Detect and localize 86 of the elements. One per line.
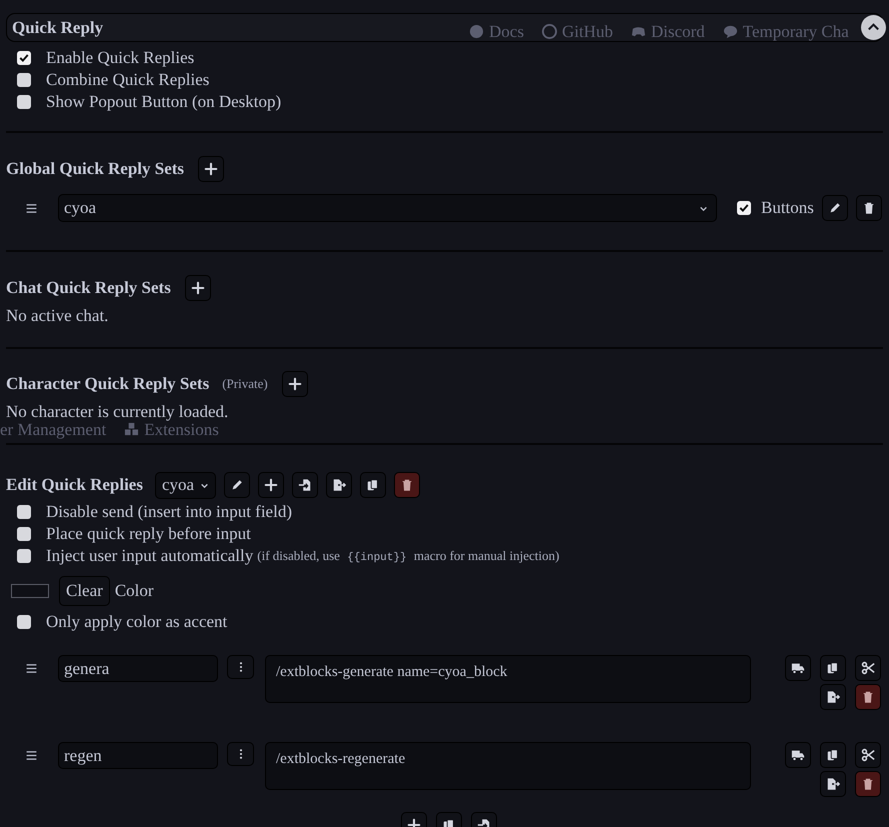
rename-button[interactable] (224, 472, 250, 498)
copy-icon (826, 748, 840, 762)
scissors-icon (861, 661, 875, 675)
export-button[interactable] (326, 472, 352, 498)
pencil-icon (828, 201, 842, 215)
color-label: Color (114, 580, 154, 602)
trash-icon (861, 690, 875, 704)
clear-button[interactable]: Clear (59, 576, 110, 606)
checkbox-label: Enable Quick Replies (46, 47, 194, 70)
circle-icon (542, 24, 557, 40)
checkbox-label: Place quick reply before input (46, 523, 251, 546)
cut-button[interactable] (855, 655, 881, 681)
file-export-icon (332, 478, 346, 492)
checkbox-label: Combine Quick Replies (46, 69, 210, 92)
file-export-icon (826, 777, 840, 791)
checkbox[interactable] (17, 505, 31, 519)
command-field[interactable]: /extblocks-generate name=cyoa_block (265, 655, 751, 703)
copy-icon (826, 661, 840, 675)
duplicate-button[interactable] (360, 472, 386, 498)
trash-icon (862, 201, 876, 215)
section-title: Character Quick Reply Sets (6, 372, 210, 395)
checkbox[interactable] (17, 549, 31, 563)
add-button[interactable] (198, 156, 224, 182)
edit-button[interactable] (822, 195, 848, 221)
plus-icon (190, 281, 205, 295)
import-button[interactable] (292, 472, 318, 498)
checkbox[interactable] (17, 73, 31, 87)
file-export-icon (826, 690, 840, 704)
move-button[interactable] (785, 655, 811, 681)
add-button[interactable] (282, 370, 308, 396)
speech-bubble-icon (722, 24, 738, 40)
plus-icon (204, 162, 218, 176)
move-button[interactable] (785, 742, 811, 768)
cubes-icon (124, 422, 140, 437)
copy-button[interactable] (820, 742, 846, 768)
plus-icon (288, 376, 302, 390)
delete-button[interactable] (855, 771, 881, 797)
checkbox-label: Disable send (insert into input field) (46, 501, 292, 524)
nav-link: Temporary Cha (742, 21, 849, 43)
checkbox[interactable] (17, 51, 31, 65)
pencil-icon (230, 478, 244, 492)
nav-link: GitHub (562, 21, 613, 43)
section-title: Chat Quick Reply Sets (6, 277, 171, 300)
command-field[interactable]: /extblocks-regenerate (265, 742, 751, 790)
checkbox[interactable] (17, 615, 31, 629)
set-select[interactable]: cyoa (58, 194, 717, 222)
drag-handle-icon (25, 749, 38, 762)
section-title: Edit Quick Replies (6, 474, 143, 496)
export-button[interactable] (820, 771, 846, 797)
checkbox-label: Inject user input automatically (46, 545, 254, 568)
file-import-icon (298, 478, 312, 492)
label-field[interactable]: genera (58, 655, 218, 682)
section-title: Global Quick Reply Sets (6, 158, 184, 180)
collapse-button[interactable] (861, 15, 886, 40)
hint-text: (if disabled, use {{input}} macro for manual injection) (257, 546, 560, 566)
delete-button[interactable] (855, 684, 881, 710)
add-button[interactable] (184, 275, 211, 301)
checkbox[interactable] (17, 527, 31, 541)
note-text: (Private) (222, 374, 268, 393)
checkbox-label: Show Popout Button (on Desktop) (46, 91, 282, 114)
label-field[interactable]: regen (58, 742, 218, 769)
copy-button[interactable] (820, 655, 846, 681)
delete-button[interactable] (856, 195, 882, 221)
cut-button[interactable] (855, 742, 881, 768)
export-button[interactable] (820, 684, 846, 710)
nav-link: Docs (489, 21, 524, 43)
status-text: No active chat. (5, 305, 110, 327)
trash-icon (861, 777, 875, 791)
checkbox[interactable] (17, 95, 31, 109)
checkbox[interactable] (737, 201, 751, 215)
add-button[interactable] (258, 472, 284, 498)
panel-header[interactable]: Quick Reply Docs GitHub Discord Temporary Cha (6, 13, 883, 42)
set-select[interactable]: cyoa (154, 472, 216, 498)
panel-title: Quick Reply (12, 16, 104, 39)
checkbox-label: Only apply color as accent (46, 611, 228, 634)
scissors-icon (861, 748, 875, 762)
drag-handle-icon (25, 202, 38, 214)
trash-icon (400, 478, 414, 492)
checkbox-label: Buttons (761, 197, 814, 220)
plus-icon (264, 478, 278, 492)
truck-icon (791, 748, 805, 762)
delete-button[interactable] (394, 472, 420, 498)
truck-icon (791, 661, 805, 675)
nav-link: Discord (650, 21, 705, 43)
drag-handle-icon (25, 662, 38, 675)
color-swatch[interactable] (11, 584, 49, 598)
